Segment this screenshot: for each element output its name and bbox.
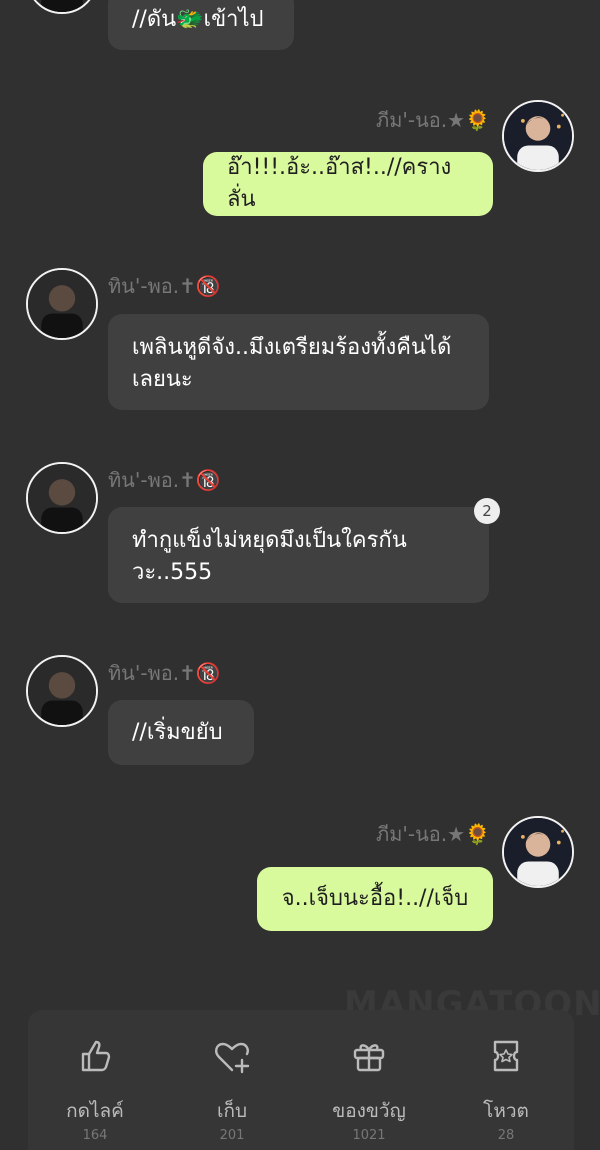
like-button[interactable]: กดไลค์ 164 [35,1036,155,1143]
message-text: //เริ่มขยับ [132,719,223,745]
sender-name: ภีม'-นอ.★🌻 [376,822,490,846]
sender-name: ภีม'-นอ.★🌻 [376,108,490,132]
save-count: 201 [219,1128,245,1143]
sender-name: ทิน'-พอ.✝🔞 [108,468,221,492]
gift-label: ของขวัญ [332,1100,406,1122]
vote-label: โหวต [483,1100,529,1122]
message-bubble: จ..เจ็บนะอื้อ!..//เจ็บ [257,867,493,931]
avatar-peem[interactable] [502,100,574,172]
avatar-tin[interactable] [26,462,98,534]
thumbs-up-icon [81,1040,111,1072]
avatar-tin[interactable] [26,268,98,340]
vote-button[interactable]: โหวต 28 [446,1036,566,1143]
comment-count-badge[interactable]: 2 [474,498,500,524]
gift-count: 1021 [352,1128,386,1143]
message-bubble: ทำกูแข็งไม่หยุดมึงเป็นใครกันวะ..555 [108,507,489,603]
like-count: 164 [82,1128,108,1143]
message-bubble: //ดัน🐲เข้าไป [108,0,294,50]
message-bubble: เพลินหูดีจัง..มึงเตรียมร้องทั้งคืนได้เลย… [108,314,489,410]
like-label: กดไลค์ [66,1100,124,1122]
vote-ticket-icon [493,1040,519,1072]
message-text: เพลินหูดีจัง..มึงเตรียมร้องทั้งคืนได้เลย… [132,335,452,392]
message-text: อ๊า!!!.อ้ะ..อ๊าส!..//ครางลั่น [227,155,452,212]
save-label: เก็บ [216,1100,248,1122]
sender-name: ทิน'-พอ.✝🔞 [108,661,221,685]
message-text: //ดัน🐲เข้าไป [132,7,264,32]
avatar-tin[interactable] [26,0,98,14]
vote-count: 28 [497,1128,515,1143]
gift-icon [353,1044,385,1072]
comment-count: 2 [482,502,492,520]
message-text: ทำกูแข็งไม่หยุดมึงเป็นใครกันวะ..555 [132,528,407,585]
heart-plus-icon [215,1042,250,1074]
message-bubble: //เริ่มขยับ [108,700,254,765]
message-bubble: อ๊า!!!.อ้ะ..อ๊าส!..//ครางลั่น [203,152,493,216]
save-button[interactable]: เก็บ 201 [172,1036,292,1143]
gift-button[interactable]: ของขวัญ 1021 [309,1036,429,1143]
message-text: จ..เจ็บนะอื้อ!..//เจ็บ [281,886,469,911]
sender-name: ทิน'-พอ.✝🔞 [108,274,221,298]
avatar-tin[interactable] [26,655,98,727]
avatar-peem[interactable] [502,816,574,888]
